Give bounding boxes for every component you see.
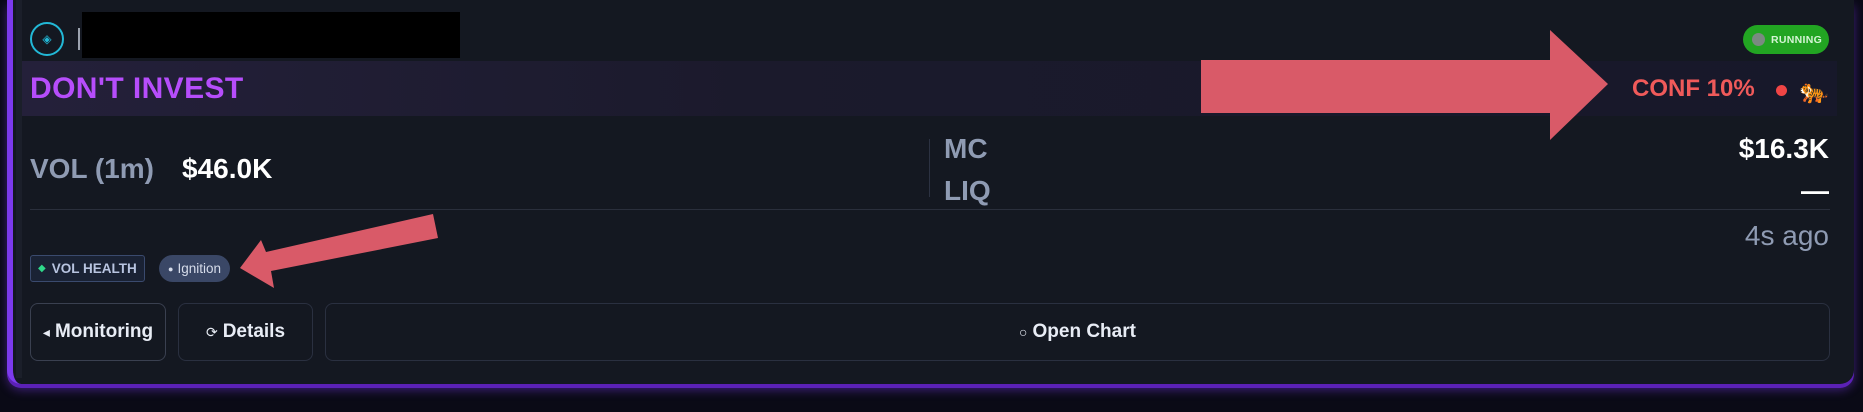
annotation-arrows (240, 30, 1608, 288)
right-arrow-icon (1201, 30, 1608, 140)
left-arrow-icon (240, 214, 438, 288)
